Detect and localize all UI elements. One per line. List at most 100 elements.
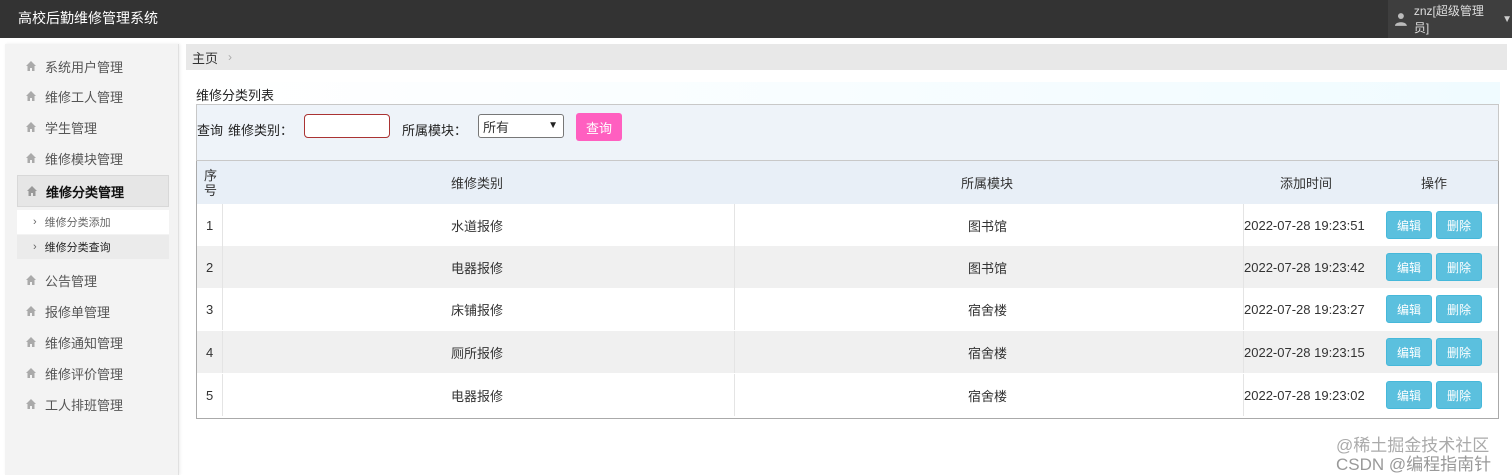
cell-module: 宿舍楼 [968, 345, 1008, 361]
cell-category: 床铺报修 [451, 302, 504, 318]
cell-category: 水道报修 [451, 218, 504, 234]
sidebar-subitem-category-add[interactable]: › 维修分类添加 [17, 210, 169, 234]
sidebar-item-label: 维修通知管理 [45, 335, 124, 351]
cell-category: 电器报修 [451, 260, 504, 276]
edit-button[interactable]: 编辑 [1386, 211, 1432, 239]
cell-category: 厕所报修 [451, 345, 504, 361]
sidebar-item-categories[interactable]: 维修分类管理 [17, 175, 169, 207]
home-icon [27, 186, 37, 196]
table-row: 2 电器报修 图书馆 2022-07-28 19:23:42 编辑 删除 [197, 246, 1498, 288]
sidebar-item-label: 学生管理 [45, 120, 98, 136]
cell-time: 2022-07-28 19:23:02 [1244, 387, 1365, 403]
cell-module: 图书馆 [968, 260, 1008, 276]
delete-button[interactable]: 删除 [1436, 381, 1482, 409]
delete-button[interactable]: 删除 [1436, 253, 1482, 281]
cell-category: 电器报修 [451, 388, 504, 404]
sidebar-item-worker-schedule[interactable]: 工人排班管理 [17, 390, 169, 418]
edit-button[interactable]: 编辑 [1386, 381, 1432, 409]
sidebar-item-workers[interactable]: 维修工人管理 [17, 82, 169, 110]
search-query-label: 查询 [197, 123, 224, 138]
cell-module: 图书馆 [968, 218, 1008, 234]
table-row: 4 厕所报修 宿舍楼 2022-07-28 19:23:15 编辑 删除 [197, 331, 1498, 373]
delete-button[interactable]: 删除 [1436, 338, 1482, 366]
header-category: 维修类别 [451, 176, 504, 191]
sidebar-item-label: 报修单管理 [45, 304, 111, 320]
sidebar-item-label: 维修工人管理 [45, 89, 124, 105]
edit-button[interactable]: 编辑 [1386, 295, 1432, 323]
edit-button[interactable]: 编辑 [1386, 338, 1432, 366]
category-table: 序 号 维修类别 所属模块 添加时间 操作 1 水道报修 图书馆 2022-07… [196, 161, 1499, 419]
sidebar-item-repair-reviews[interactable]: 维修评价管理 [17, 359, 169, 387]
chevron-right-icon: › [33, 241, 37, 253]
chevron-right-icon: › [228, 50, 233, 64]
cell-seq: 2 [206, 259, 214, 275]
sidebar-item-announcements[interactable]: 公告管理 [17, 266, 169, 294]
panel-header [192, 82, 1500, 104]
table-row: 5 电器报修 宿舍楼 2022-07-28 19:23:02 编辑 删除 [197, 374, 1498, 416]
cell-module: 宿舍楼 [968, 302, 1008, 318]
user-name: znz[超级管理员] [1413, 4, 1484, 35]
cell-seq: 3 [206, 301, 214, 317]
delete-button[interactable]: 删除 [1436, 295, 1482, 323]
sidebar-item-students[interactable]: 学生管理 [17, 113, 169, 141]
sidebar-item-label: 公告管理 [45, 273, 98, 289]
home-icon [26, 122, 36, 132]
top-bar: 高校后勤维修管理系统 znz[超级管理员] ▼ [0, 0, 1512, 38]
table-row: 1 水道报修 图书馆 2022-07-28 19:23:51 编辑 删除 [197, 204, 1498, 246]
cell-seq: 5 [206, 387, 214, 403]
cell-time: 2022-07-28 19:23:15 [1244, 344, 1365, 360]
sidebar-subitem-label: 维修分类查询 [44, 242, 111, 254]
home-icon [26, 399, 36, 409]
module-label: 所属模块： [402, 123, 468, 138]
header-seq: 序 号 [204, 161, 217, 204]
cell-time: 2022-07-28 19:23:27 [1244, 301, 1365, 317]
home-icon [26, 275, 36, 285]
page-title: 维修分类列表 [196, 88, 275, 103]
user-icon [1394, 13, 1407, 26]
sidebar-subitem-category-query[interactable]: › 维修分类查询 [17, 235, 169, 259]
sidebar-subitem-label: 维修分类添加 [44, 217, 111, 229]
user-menu[interactable]: znz[超级管理员] ▼ [1388, 0, 1512, 38]
app-title: 高校后勤维修管理系统 [18, 10, 158, 26]
cell-time: 2022-07-28 19:23:51 [1244, 217, 1365, 233]
home-icon [26, 91, 36, 101]
home-icon [26, 61, 36, 71]
sidebar-item-label: 系统用户管理 [45, 59, 124, 75]
home-icon [26, 306, 36, 316]
table-row: 3 床铺报修 宿舍楼 2022-07-28 19:23:27 编辑 删除 [197, 288, 1498, 330]
delete-button[interactable]: 删除 [1436, 211, 1482, 239]
header-time: 添加时间 [1280, 176, 1333, 191]
home-icon [26, 337, 36, 347]
sidebar-item-label: 工人排班管理 [45, 397, 124, 413]
category-label: 维修类别： [228, 123, 294, 138]
chevron-down-icon: ▼ [548, 120, 558, 131]
sidebar-item-label: 维修模块管理 [45, 151, 124, 167]
header-action: 操作 [1421, 176, 1448, 191]
watermark-csdn: CSDN @编程指南针 [1336, 455, 1492, 474]
breadcrumb-home[interactable]: 主页 [192, 48, 218, 67]
table-header: 序 号 维修类别 所属模块 添加时间 操作 [197, 161, 1498, 204]
sidebar-item-repair-notices[interactable]: 维修通知管理 [17, 328, 169, 356]
module-select-value: 所有 [483, 119, 510, 135]
category-input[interactable] [304, 114, 390, 138]
sidebar-item-label: 维修分类管理 [46, 184, 125, 200]
header-seq-line2: 号 [204, 182, 218, 198]
cell-module: 宿舍楼 [968, 388, 1008, 404]
query-button[interactable]: 查询 [576, 113, 622, 141]
chevron-down-icon: ▼ [1502, 13, 1512, 25]
sidebar-item-label: 维修评价管理 [45, 366, 124, 382]
sidebar-item-modules[interactable]: 维修模块管理 [17, 144, 169, 172]
cell-time: 2022-07-28 19:23:42 [1244, 259, 1365, 275]
header-seq-line1: 序 [204, 167, 218, 183]
sidebar-item-repair-orders[interactable]: 报修单管理 [17, 297, 169, 325]
edit-button[interactable]: 编辑 [1386, 253, 1432, 281]
sidebar: 系统用户管理 维修工人管理 学生管理 维修模块管理 维修分类管理 › 维修分类添… [5, 44, 179, 475]
header-module: 所属模块 [961, 176, 1014, 191]
cell-seq: 1 [206, 217, 214, 233]
breadcrumb: 主页 › [186, 44, 1507, 70]
module-select[interactable]: 所有 ▼ [478, 114, 564, 138]
cell-seq: 4 [206, 344, 214, 360]
chevron-right-icon: › [33, 216, 37, 228]
sidebar-item-system-users[interactable]: 系统用户管理 [17, 52, 169, 80]
search-bar: 查询 维修类别： 所属模块： 所有 ▼ 查询 [196, 104, 1499, 161]
